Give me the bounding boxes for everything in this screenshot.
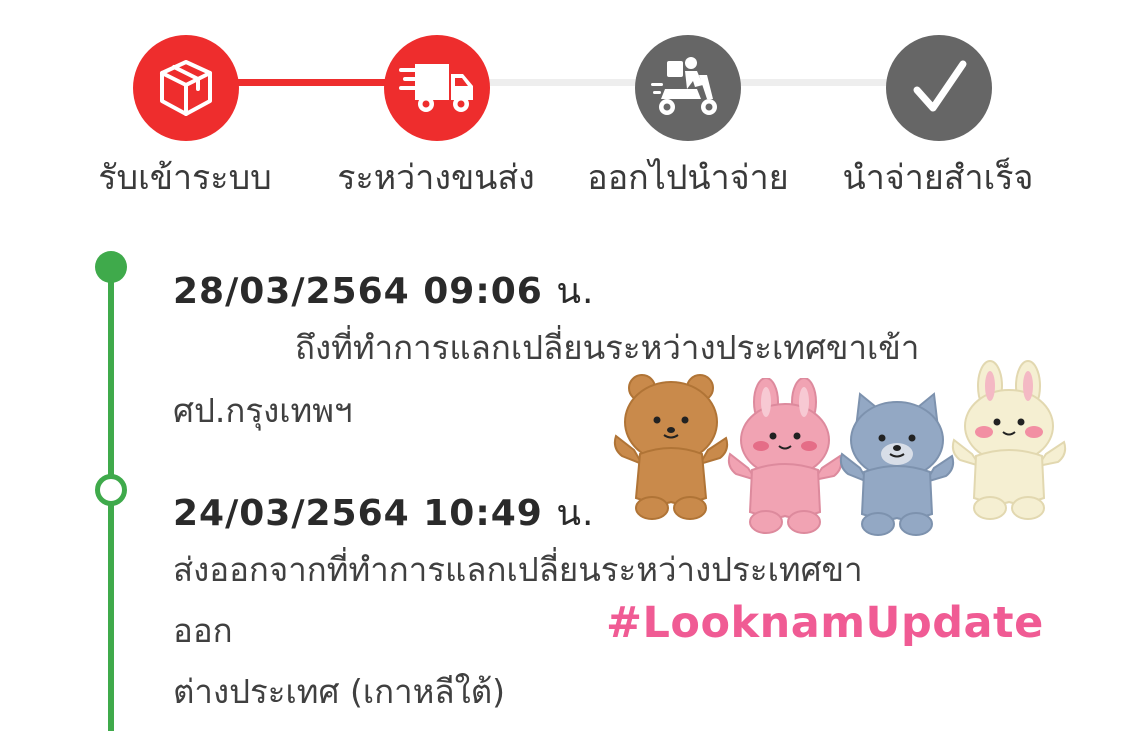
step-label-in-transit: ระหว่างขนส่ง (337, 158, 535, 198)
package-box-icon (160, 60, 212, 116)
timeline-dot-latest (95, 251, 127, 283)
event-date-value: 28/03/2564 09:06 (173, 271, 543, 312)
event-description-line: ศป.กรุงเทพฯ (173, 391, 353, 430)
event-date-value: 24/03/2564 10:49 (173, 493, 543, 534)
event-date: 28/03/2564 09:06 น. (173, 262, 594, 319)
hashtag-watermark: #LooknamUpdate (606, 598, 1044, 648)
step-label-delivered: นำจ่ายสำเร็จ (842, 158, 1034, 198)
timeline-dot (95, 474, 127, 506)
step-in-transit-circle (384, 35, 490, 141)
brown-bear-sticker (613, 374, 729, 520)
step-label-received: รับเข้าระบบ (98, 158, 272, 198)
event-description-line: ออก (173, 611, 233, 650)
event-time-unit: น. (556, 271, 595, 312)
checkmark-icon (913, 60, 967, 112)
step-label-out-for-delivery: ออกไปนำจ่าย (587, 158, 789, 198)
event-date: 24/03/2564 10:49 น. (173, 484, 594, 541)
step-delivered-circle (886, 35, 992, 141)
event-description-line: ต่างประเทศ (เกาหลีใต้) (173, 672, 505, 711)
event-description-line: ส่งออกจากที่ทำการแลกเปลี่ยนระหว่างประเทศ… (173, 550, 863, 589)
step-received-circle (133, 35, 239, 141)
cream-bunny-sticker (951, 360, 1067, 520)
event-time-unit: น. (556, 493, 595, 534)
step-out-for-delivery-circle (635, 35, 741, 141)
pink-bunny-sticker (727, 378, 843, 534)
event-description-line: ถึงที่ทำการแลกเปลี่ยนระหว่างประเทศขาเข้า (295, 328, 920, 367)
blue-cat-sticker (839, 392, 955, 536)
delivery-scooter-icon (651, 57, 717, 115)
delivery-truck-icon (399, 64, 473, 112)
